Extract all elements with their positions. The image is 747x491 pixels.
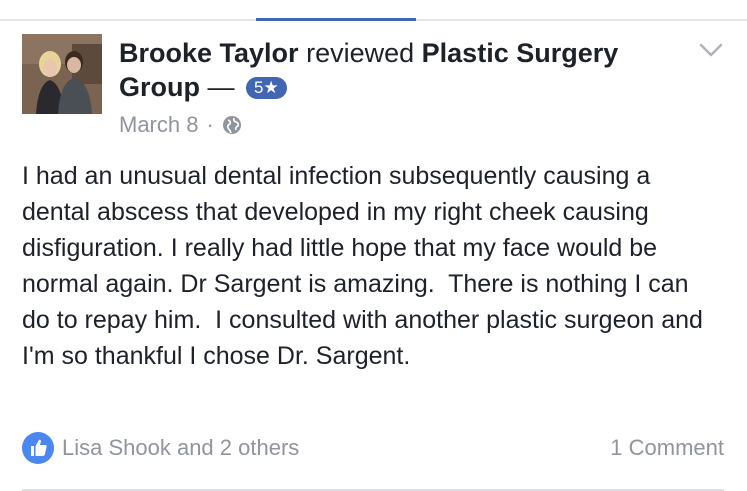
- meta-dot: ·: [206, 112, 214, 137]
- comments-count[interactable]: 1 Comment: [610, 435, 724, 461]
- post-footer: Lisa Shook and 2 others 1 Comment: [22, 430, 724, 466]
- avatar[interactable]: [22, 34, 102, 114]
- globe-icon: [222, 116, 241, 134]
- header-separator: —: [207, 72, 235, 102]
- active-tab-indicator: [256, 18, 416, 21]
- chevron-down-icon[interactable]: [699, 42, 723, 58]
- reactions-summary[interactable]: Lisa Shook and 2 others: [22, 432, 299, 464]
- post-meta: March 8 ·: [119, 112, 242, 138]
- likes-text[interactable]: Lisa Shook and 2 others: [62, 435, 299, 461]
- rating-badge: 5★: [246, 77, 287, 99]
- post-date[interactable]: March 8: [119, 112, 198, 138]
- review-header: Brooke Taylor reviewed Plastic Surgery G…: [119, 36, 679, 104]
- reviewer-name[interactable]: Brooke Taylor: [119, 38, 299, 68]
- review-text: I had an unusual dental infection subseq…: [22, 162, 710, 370]
- review-action: reviewed: [306, 38, 415, 68]
- thumbs-up-icon: [22, 432, 54, 464]
